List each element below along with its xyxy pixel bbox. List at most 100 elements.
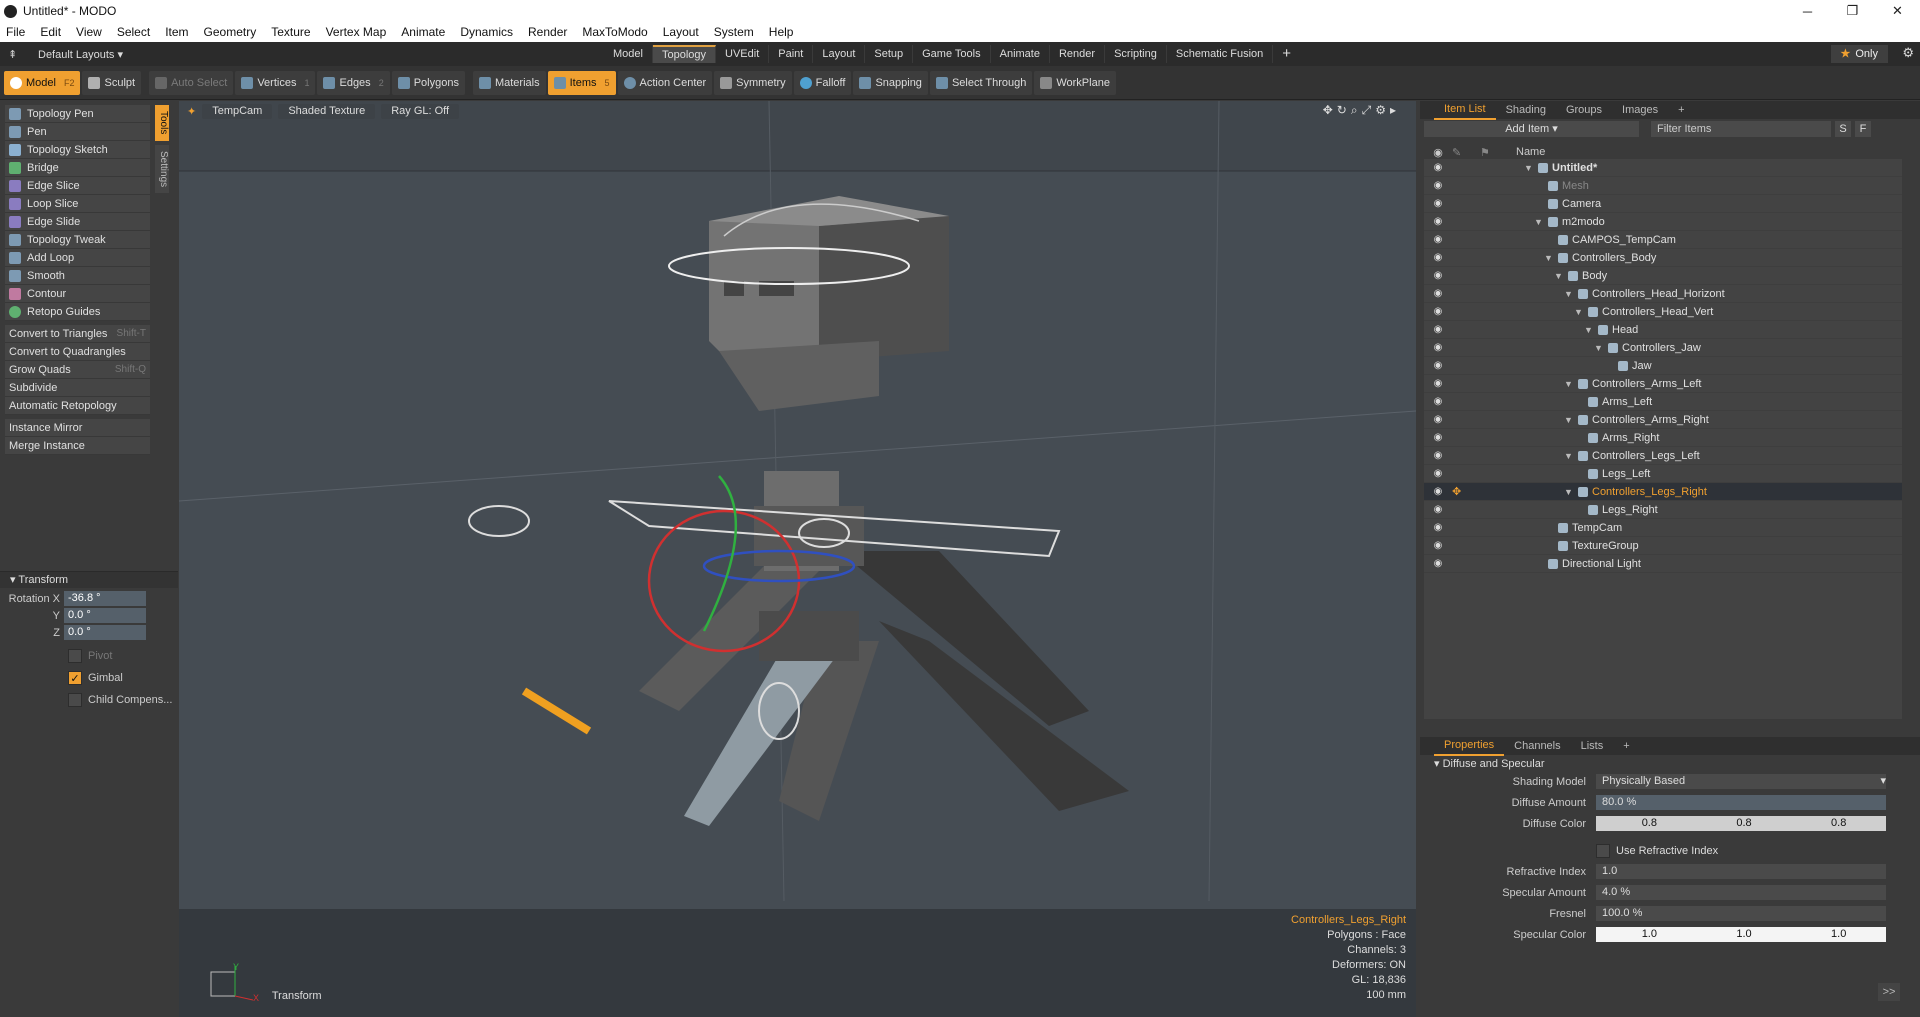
visibility-eye-icon[interactable]: ◉ (1424, 468, 1452, 479)
menu-maxtomodo[interactable]: MaxToModo (582, 25, 647, 39)
viewport-play-icon[interactable]: ▸ (1390, 103, 1400, 117)
lock-slot[interactable]: ✥ (1452, 485, 1502, 498)
tree-row[interactable]: ◉ Directional Light (1424, 555, 1902, 573)
tab-animate[interactable]: Animate (991, 45, 1050, 63)
3d-viewport[interactable]: ✦ TempCam Shaded Texture Ray GL: Off ✥↻⌕… (179, 101, 1416, 1017)
tree-row[interactable]: ◉ Camera (1424, 195, 1902, 213)
only-button[interactable]: ★ Only (1830, 45, 1888, 63)
expand-arrow-icon[interactable]: ▼ (1564, 289, 1574, 299)
diffuse-color-swatch[interactable]: 0.8 0.8 0.8 (1596, 816, 1886, 831)
sculpt-mode-button[interactable]: Sculpt (82, 70, 142, 95)
tree-row[interactable]: ◉ ▼ Controllers_Head_Vert (1424, 303, 1902, 321)
tab-settings-side[interactable]: Settings (155, 145, 169, 193)
materials-button[interactable]: Materials (472, 70, 546, 95)
falloff-button[interactable]: Falloff (793, 70, 852, 95)
pan-icon[interactable]: ✥ (1323, 103, 1337, 117)
tab-model[interactable]: Model (604, 45, 653, 63)
tree-row[interactable]: ◉ Legs_Left (1424, 465, 1902, 483)
viewport-gear-icon[interactable]: ⚙ (1375, 103, 1390, 117)
tree-row[interactable]: ◉ ▼ Controllers_Head_Horizont (1424, 285, 1902, 303)
merge-instance-tool[interactable]: Merge Instance (5, 437, 150, 455)
visibility-eye-icon[interactable]: ◉ (1424, 450, 1452, 461)
tab-images[interactable]: Images (1612, 101, 1668, 119)
convert-to-quadrangles-tool[interactable]: Convert to Quadrangles (5, 343, 150, 361)
tree-row[interactable]: ◉ ▼ Controllers_Jaw (1424, 339, 1902, 357)
bridge-tool[interactable]: Bridge (5, 159, 150, 177)
camera-dropdown[interactable]: TempCam (202, 103, 273, 119)
specular-color-swatch[interactable]: 1.0 1.0 1.0 (1596, 927, 1886, 942)
visibility-eye-icon[interactable]: ◉ (1424, 288, 1452, 299)
tree-row[interactable]: ◉ ▼ Untitled* (1424, 159, 1902, 177)
name-column-header[interactable]: Name (1516, 146, 1545, 158)
menu-view[interactable]: View (76, 25, 102, 39)
menu-render[interactable]: Render (528, 25, 567, 39)
child-compensate-checkbox[interactable]: Child Compens... (0, 689, 178, 711)
tree-row[interactable]: ◉ Legs_Right (1424, 501, 1902, 519)
tab-schematic-fusion[interactable]: Schematic Fusion (1167, 45, 1274, 63)
visibility-eye-icon[interactable]: ◉ (1424, 270, 1452, 281)
expand-button[interactable]: >> (1878, 983, 1900, 1001)
retopo-guides-tool[interactable]: Retopo Guides (5, 303, 150, 321)
zoom-icon[interactable]: ⌕ (1351, 103, 1362, 117)
tree-row[interactable]: ◉ TextureGroup (1424, 537, 1902, 555)
tree-row[interactable]: ◉ ▼ Controllers_Legs_Left (1424, 447, 1902, 465)
menu-texture[interactable]: Texture (271, 25, 310, 39)
tab-setup[interactable]: Setup (865, 45, 914, 63)
tab-topology[interactable]: Topology (652, 45, 717, 63)
fit-icon[interactable]: ⤢ (1362, 103, 1376, 117)
visibility-eye-icon[interactable]: ◉ (1424, 216, 1452, 227)
tree-row[interactable]: ◉ ✥ ▼ Controllers_Legs_Right (1424, 483, 1902, 501)
tab-render[interactable]: Render (1050, 45, 1106, 63)
add-item-button[interactable]: Add Item ▾ (1424, 121, 1639, 137)
visibility-eye-icon[interactable]: ◉ (1424, 432, 1452, 443)
search-scope-s-button[interactable]: S (1835, 121, 1851, 137)
tab-scripting[interactable]: Scripting (1105, 45, 1167, 63)
tree-row[interactable]: ◉ ▼ Head (1424, 321, 1902, 339)
snapping-button[interactable]: Snapping (853, 70, 928, 95)
model-mode-button[interactable]: Model F2 (4, 70, 81, 95)
fresnel-input[interactable]: 100.0 % (1596, 906, 1886, 921)
add-tab-button[interactable]: + (1273, 45, 1300, 63)
rotate-icon[interactable]: ↻ (1337, 103, 1351, 117)
visibility-eye-icon[interactable]: ◉ (1424, 540, 1452, 551)
visibility-eye-icon[interactable]: ◉ (1424, 180, 1452, 191)
instance-mirror-tool[interactable]: Instance Mirror (5, 419, 150, 437)
diffuse-amount-input[interactable]: 80.0 % (1596, 795, 1886, 810)
add-loop-tool[interactable]: Add Loop (5, 249, 150, 267)
action-center-button[interactable]: Action Center (617, 70, 713, 95)
symmetry-button[interactable]: Symmetry (714, 70, 792, 95)
use-refractive-checkbox[interactable] (1596, 843, 1610, 858)
rotation-x-input[interactable]: -36.8 ° (64, 591, 146, 606)
visibility-eye-icon[interactable]: ◉ (1424, 396, 1452, 407)
polygons-button[interactable]: Polygons (391, 70, 465, 95)
edge-slide-tool[interactable]: Edge Slide (5, 213, 150, 231)
visibility-eye-icon[interactable]: ◉ (1424, 252, 1452, 263)
expand-arrow-icon[interactable]: ▼ (1524, 163, 1534, 173)
expand-arrow-icon[interactable]: ▼ (1544, 253, 1554, 263)
edges-button[interactable]: Edges 2 (317, 70, 390, 95)
visibility-eye-icon[interactable]: ◉ (1424, 504, 1452, 515)
add-panel-tab-button[interactable]: + (1668, 101, 1694, 119)
visibility-eye-icon[interactable]: ◉ (1424, 162, 1452, 173)
automatic-retopology-tool[interactable]: Automatic Retopology (5, 397, 150, 415)
edge-slice-tool[interactable]: Edge Slice (5, 177, 150, 195)
smooth-tool[interactable]: Smooth (5, 267, 150, 285)
expand-arrow-icon[interactable]: ▼ (1534, 217, 1544, 227)
visibility-eye-icon[interactable]: ◉ (1424, 558, 1452, 569)
tree-row[interactable]: ◉ Mesh (1424, 177, 1902, 195)
tree-row[interactable]: ◉ ▼ m2modo (1424, 213, 1902, 231)
visibility-eye-icon[interactable]: ◉ (1424, 306, 1452, 317)
refractive-index-input[interactable]: 1.0 (1596, 864, 1886, 879)
tree-row[interactable]: ◉ ▼ Controllers_Body (1424, 249, 1902, 267)
loop-slice-tool[interactable]: Loop Slice (5, 195, 150, 213)
expand-arrow-icon[interactable]: ▼ (1564, 451, 1574, 461)
viewport-menu-icon[interactable]: ✦ (187, 105, 196, 118)
visibility-eye-icon[interactable]: ◉ (1424, 324, 1452, 335)
expand-arrow-icon[interactable]: ▼ (1594, 343, 1604, 353)
topology-pen-tool[interactable]: Topology Pen (5, 105, 150, 123)
visibility-eye-icon[interactable]: ◉ (1424, 198, 1452, 209)
gear-icon[interactable]: ⚙ (1902, 45, 1914, 61)
menu-layout[interactable]: Layout (663, 25, 699, 39)
add-properties-tab-button[interactable]: + (1613, 737, 1639, 755)
tab-paint[interactable]: Paint (769, 45, 814, 63)
